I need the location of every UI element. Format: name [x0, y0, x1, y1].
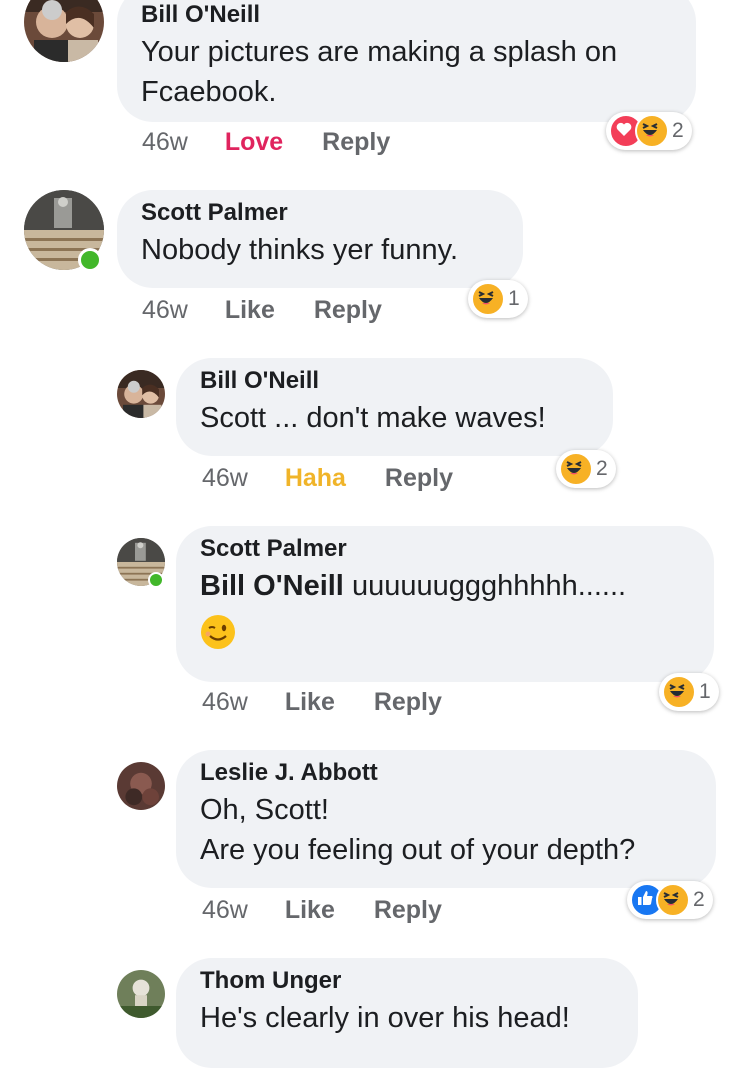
comment-text: Nobody thinks yer funny. — [141, 234, 459, 266]
comment-text-line-2: Are you feeling out of your depth? — [200, 834, 636, 866]
comment-actions: 46w Love Reply — [142, 128, 390, 157]
online-status-indicator — [148, 572, 164, 588]
comment-text: Your pictures are making a splash on Fca… — [141, 36, 618, 108]
timestamp[interactable]: 46w — [142, 128, 188, 157]
comment-bubble: Scott Palmer Nobody thinks yer funny. — [117, 190, 523, 288]
comment-bubble: Bill O'Neill Scott ... don't make waves! — [176, 358, 613, 456]
reaction-summary[interactable]: 1 — [468, 280, 528, 318]
avatar[interactable] — [117, 762, 165, 810]
reply-button[interactable]: Reply — [314, 296, 382, 325]
reaction-summary[interactable]: 2 — [556, 450, 616, 488]
reply-button[interactable]: Reply — [374, 688, 442, 717]
reaction-count: 2 — [693, 888, 705, 911]
reaction-summary[interactable]: 1 — [659, 673, 719, 711]
haha-icon — [471, 282, 505, 316]
comment-author[interactable]: Bill O'Neill — [200, 366, 589, 396]
reaction-summary[interactable]: 2 — [627, 881, 713, 919]
winking-face-emoji — [200, 614, 236, 650]
comment-author[interactable]: Leslie J. Abbott — [200, 758, 692, 788]
reply-button[interactable]: Reply — [322, 128, 390, 157]
like-button[interactable]: Like — [285, 688, 335, 717]
comment-author[interactable]: Thom Unger — [200, 966, 614, 996]
comment-actions: 46w Haha Reply — [202, 464, 453, 493]
comment-author[interactable]: Scott Palmer — [141, 198, 499, 228]
haha-icon — [662, 675, 696, 709]
comment-actions: 46w Like Reply — [142, 296, 382, 325]
comment-author[interactable]: Bill O'Neill — [141, 0, 672, 30]
love-reaction-button[interactable]: Love — [225, 128, 283, 157]
reaction-count: 1 — [699, 680, 711, 703]
online-status-indicator — [78, 248, 102, 272]
haha-icon — [635, 114, 669, 148]
comment-actions: 46w Like Reply — [202, 688, 442, 717]
comment-author[interactable]: Scott Palmer — [200, 534, 690, 564]
haha-reaction-button[interactable]: Haha — [285, 464, 346, 493]
avatar[interactable] — [117, 370, 165, 418]
like-button[interactable]: Like — [225, 296, 275, 325]
like-button[interactable]: Like — [285, 896, 335, 925]
haha-icon — [656, 883, 690, 917]
comment-text-line-1: Oh, Scott! — [200, 794, 329, 826]
comment-text: He's clearly in over his head! — [200, 1002, 570, 1034]
reaction-count: 2 — [596, 457, 608, 480]
comment-actions: 46w Like Reply — [202, 896, 442, 925]
timestamp[interactable]: 46w — [202, 688, 248, 717]
comment-text: Bill O'Neill uuuuuuggghhhhh...... — [200, 566, 690, 606]
timestamp[interactable]: 46w — [202, 464, 248, 493]
timestamp[interactable]: 46w — [142, 296, 188, 325]
comment-text-body: uuuuuuggghhhhh...... — [351, 570, 627, 602]
reaction-summary[interactable]: 2 — [606, 112, 692, 150]
comment-bubble: Bill O'Neill Your pictures are making a … — [117, 0, 696, 122]
reaction-count: 1 — [508, 287, 520, 310]
avatar[interactable] — [24, 0, 104, 62]
comment-text: Scott ... don't make waves! — [200, 402, 546, 434]
haha-icon — [559, 452, 593, 486]
reply-button[interactable]: Reply — [385, 464, 453, 493]
timestamp[interactable]: 46w — [202, 896, 248, 925]
reply-button[interactable]: Reply — [374, 896, 442, 925]
reaction-count: 2 — [672, 119, 684, 142]
avatar[interactable] — [117, 970, 165, 1018]
comment-bubble: Thom Unger He's clearly in over his head… — [176, 958, 638, 1068]
comment-bubble: Scott Palmer Bill O'Neill uuuuuuggghhhhh… — [176, 526, 714, 682]
mention-link[interactable]: Bill O'Neill — [200, 570, 344, 602]
comment-bubble: Leslie J. Abbott Oh, Scott! Are you feel… — [176, 750, 716, 888]
